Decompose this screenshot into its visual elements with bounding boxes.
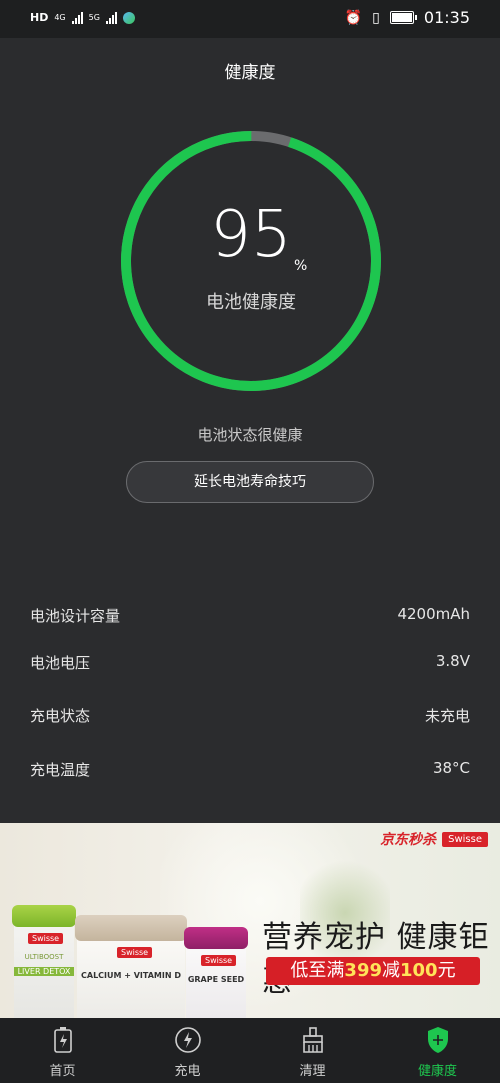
nav-health[interactable]: 健康度 [375, 1018, 500, 1083]
nav-label: 充电 [174, 1064, 201, 1079]
broom-icon [302, 1027, 323, 1053]
nav-clean[interactable]: 清理 [250, 1018, 375, 1083]
status-bar: HD 4G 5G ⏰ ▯ 01:35 [0, 0, 500, 38]
health-label: 电池健康度 [206, 292, 296, 313]
product-bottle-grape-seed: Swisse GRAPE SEED [184, 927, 248, 1018]
info-value: 38°C [432, 759, 470, 777]
nav-home[interactable]: 首页 [0, 1018, 125, 1083]
battery-tips-button[interactable]: 延长电池寿命技巧 [126, 461, 374, 503]
signal-icon-2 [105, 11, 117, 24]
info-value: 3.8V [435, 652, 470, 670]
nav-label: 健康度 [417, 1064, 457, 1079]
info-label: 充电状态 [30, 707, 91, 725]
info-row-temperature: 充电温度 38°C [30, 759, 470, 780]
info-value: 未充电 [424, 707, 470, 725]
battery-icon [53, 1027, 72, 1053]
info-row-voltage: 电池电压 3.8V [30, 652, 470, 673]
charge-icon [174, 1027, 201, 1053]
ad-slogan: 营养宠护 健康钜惠 [262, 920, 490, 999]
ad-banner[interactable]: 京东秒杀 Swisse Swisse ULTIBOOST LIVER DETOX… [0, 823, 500, 1018]
info-label: 电池电压 [30, 654, 91, 672]
product-bottle-calcium: Swisse CALCIUM + VITAMIN D [75, 915, 187, 1018]
alarm-icon: ⏰ [344, 9, 363, 26]
info-label: 充电温度 [30, 761, 91, 779]
info-value: 4200mAh [397, 605, 470, 623]
nav-label: 清理 [299, 1064, 326, 1079]
hd-indicator: HD [30, 11, 49, 24]
vibrate-icon: ▯ [372, 9, 380, 26]
swisse-logo: Swisse [442, 831, 488, 847]
health-percent: 95 [210, 198, 292, 272]
jd-flash-sale-logo: 京东秒杀 [380, 832, 437, 848]
network-4g-label: 4G [54, 13, 66, 22]
ad-brand-logos: 京东秒杀 Swisse [380, 829, 488, 849]
network-5g-label: 5G [88, 13, 100, 22]
shield-icon [427, 1027, 448, 1053]
battery-status-message: 电池状态很健康 [197, 426, 303, 444]
battery-status-icon [389, 11, 417, 24]
app-notification-icon [122, 11, 135, 24]
clock: 01:35 [423, 8, 470, 27]
ad-promo-box: 低至满399减100元 [266, 957, 480, 985]
page-title: 健康度 [224, 63, 276, 83]
nav-charge[interactable]: 充电 [125, 1018, 250, 1083]
percent-sign: % [294, 258, 308, 274]
product-bottle-liver-detox: Swisse ULTIBOOST LIVER DETOX [12, 905, 76, 1018]
info-label: 电池设计容量 [30, 607, 121, 625]
info-row-design-capacity: 电池设计容量 4200mAh [30, 605, 470, 626]
signal-icon [71, 11, 83, 24]
bottom-nav: 首页 充电 清理 健康度 [0, 1018, 500, 1083]
nav-label: 首页 [49, 1064, 76, 1079]
info-row-charging-status: 充电状态 未充电 [30, 705, 470, 726]
